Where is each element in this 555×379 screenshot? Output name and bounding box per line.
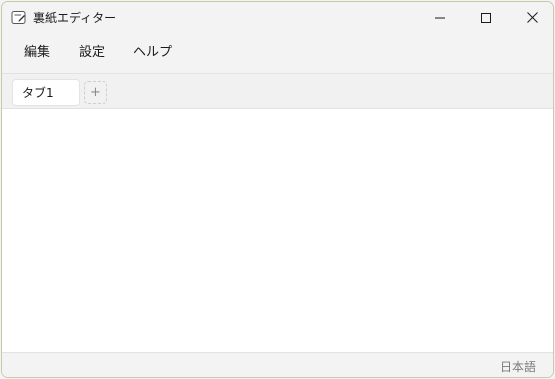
editor-area[interactable] bbox=[2, 109, 553, 352]
window-title: 裏紙エディター bbox=[33, 11, 117, 25]
tab-1[interactable]: タブ1 bbox=[12, 79, 80, 106]
close-button[interactable] bbox=[509, 2, 553, 33]
notepad-icon bbox=[11, 10, 27, 25]
minimize-button[interactable] bbox=[417, 2, 463, 33]
status-bar: 日本語 bbox=[2, 352, 553, 377]
add-tab-button[interactable]: + bbox=[84, 81, 107, 104]
title-bar[interactable]: 裏紙エディター bbox=[2, 2, 553, 33]
menu-edit[interactable]: 編集 bbox=[24, 45, 50, 61]
menu-bar: 編集 設定 ヘルプ bbox=[2, 33, 553, 73]
menu-settings[interactable]: 設定 bbox=[79, 45, 105, 61]
maximize-button[interactable] bbox=[463, 2, 509, 33]
app-window: 裏紙エディター 編集 設定 ヘルプ タブ1 + 日本語 bbox=[1, 1, 554, 378]
language-indicator[interactable]: 日本語 bbox=[500, 360, 536, 374]
minimize-icon bbox=[435, 8, 445, 27]
tab-strip: タブ1 + bbox=[2, 73, 553, 109]
close-icon bbox=[526, 8, 538, 27]
tab-label: タブ1 bbox=[22, 86, 54, 100]
maximize-icon bbox=[481, 8, 491, 27]
menu-help[interactable]: ヘルプ bbox=[133, 45, 172, 61]
